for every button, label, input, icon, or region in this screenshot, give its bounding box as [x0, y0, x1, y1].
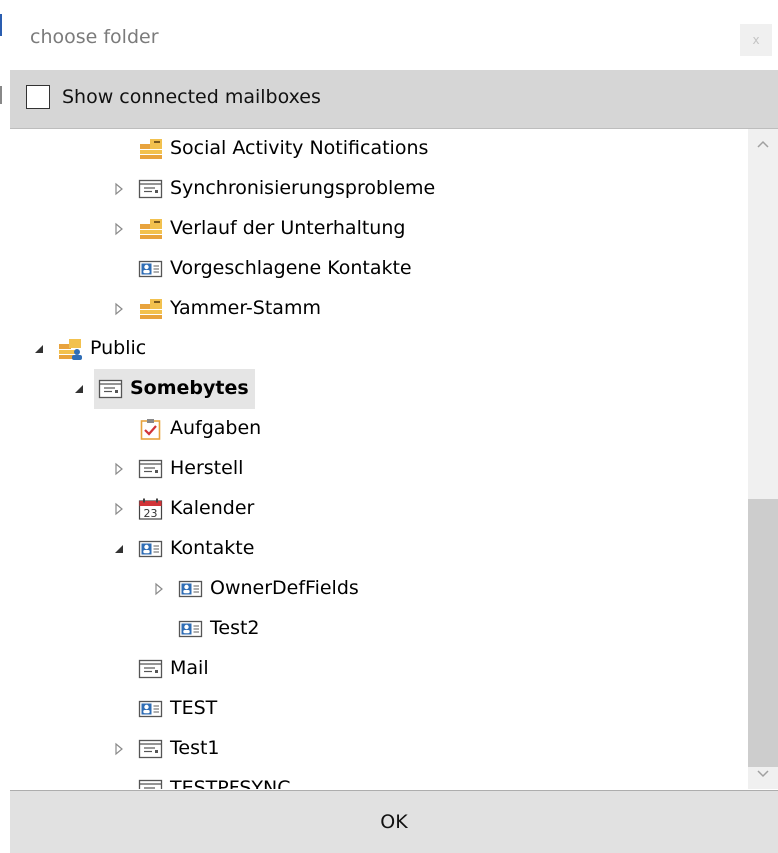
tree-item-label: Vorgeschlagene Kontakte	[170, 257, 412, 279]
folder-stack-icon	[138, 138, 164, 160]
chevron-up-icon	[757, 140, 769, 148]
tree-item-yammer-stamm[interactable]: Yammer-Stamm	[10, 289, 740, 329]
contacts-icon	[138, 698, 164, 720]
tasks-icon	[138, 418, 164, 440]
expand-toggle[interactable]	[112, 461, 126, 476]
contacts-icon	[178, 618, 204, 640]
tree-item-kalender[interactable]: 23 Kalender	[10, 489, 740, 529]
expand-toggle[interactable]	[152, 581, 166, 596]
expand-toggle[interactable]	[112, 501, 126, 516]
show-connected-mailboxes-label[interactable]: Show connected mailboxes	[62, 86, 321, 108]
close-button[interactable]: x	[740, 24, 772, 56]
folder-stack-icon	[138, 298, 164, 320]
tree-item-aufgaben[interactable]: Aufgaben	[10, 409, 740, 449]
close-icon: x	[752, 33, 760, 47]
mail-folder-icon	[138, 458, 164, 480]
tree-item-test2[interactable]: Test2	[10, 609, 740, 649]
tree-item-label: Kontakte	[170, 537, 255, 559]
collapse-arrow-icon	[35, 345, 43, 353]
tree-item-test[interactable]: TEST	[10, 689, 740, 729]
expand-arrow-icon	[115, 182, 123, 196]
mail-folder-icon	[98, 378, 124, 400]
scroll-up-button[interactable]	[748, 129, 778, 159]
tree-item-label: Kalender	[170, 497, 255, 519]
tree-item-label: Yammer-Stamm	[170, 297, 321, 319]
expand-arrow-icon	[155, 582, 163, 596]
tree-item-label: TEST	[170, 697, 218, 719]
tree-item-kontakte[interactable]: Kontakte	[10, 529, 740, 569]
choose-folder-dialog: choose folder x Show connected mailboxes…	[0, 0, 778, 853]
tree-item-verlauf-der-unterhaltung[interactable]: Verlauf der Unterhaltung	[10, 209, 740, 249]
ok-button[interactable]: OK	[10, 790, 778, 853]
show-connected-mailboxes-checkbox[interactable]	[26, 85, 50, 109]
calendar-icon: 23	[138, 498, 164, 520]
collapse-toggle[interactable]	[32, 341, 46, 355]
tree-item-social-activity-notifications[interactable]: Social Activity Notifications	[10, 129, 740, 169]
ok-button-label: OK	[380, 811, 408, 833]
collapse-toggle[interactable]	[112, 541, 126, 555]
tree-item-vorgeschlagene-kontakte[interactable]: Vorgeschlagene Kontakte	[10, 249, 740, 289]
expand-arrow-icon	[115, 502, 123, 516]
collapse-arrow-icon	[75, 385, 83, 393]
expand-arrow-icon	[115, 742, 123, 756]
contacts-icon	[138, 538, 164, 560]
folder-tree: Social Activity Notifications Synchronis…	[10, 129, 748, 789]
tree-item-ownerdeffields[interactable]: OwnerDefFields	[10, 569, 740, 609]
tree-item-label: Test1	[170, 737, 220, 759]
tree-item-label: Public	[90, 337, 147, 359]
tree-item-label: Verlauf der Unterhaltung	[170, 217, 406, 239]
tree-item-synchronisierungsprobleme[interactable]: Synchronisierungsprobleme	[10, 169, 740, 209]
tree-item-label: Herstell	[170, 457, 244, 479]
collapse-toggle[interactable]	[72, 381, 86, 395]
chevron-down-icon	[757, 770, 769, 778]
tree-item-label: Synchronisierungsprobleme	[170, 177, 436, 199]
mail-folder-icon	[138, 738, 164, 760]
tree-item-label: OwnerDefFields	[210, 577, 359, 599]
expand-arrow-icon	[115, 302, 123, 316]
mail-folder-icon	[138, 778, 164, 789]
contacts-icon	[138, 258, 164, 280]
tree-item-label: Aufgaben	[170, 417, 262, 439]
vertical-scrollbar[interactable]	[748, 129, 778, 789]
expand-toggle[interactable]	[112, 741, 126, 756]
svg-text:23: 23	[144, 507, 158, 520]
expand-arrow-icon	[115, 222, 123, 236]
public-folder-icon	[58, 338, 84, 360]
scroll-thumb[interactable]	[748, 499, 778, 767]
tree-item-somebytes[interactable]: Somebytes	[10, 369, 740, 409]
mail-folder-icon	[138, 658, 164, 680]
tree-item-mail[interactable]: Mail	[10, 649, 740, 689]
contacts-icon	[178, 578, 204, 600]
title-bar: choose folder x	[10, 0, 778, 70]
options-bar: Show connected mailboxes	[10, 70, 778, 129]
tree-item-label: Test2	[210, 617, 260, 639]
expand-toggle[interactable]	[112, 221, 126, 236]
tree-item-label: Mail	[170, 657, 209, 679]
expand-toggle[interactable]	[112, 301, 126, 316]
tree-item-testpfsync[interactable]: TESTPFSYNC	[10, 769, 740, 789]
tree-item-label: Social Activity Notifications	[170, 137, 429, 159]
tree-item-test1[interactable]: Test1	[10, 729, 740, 769]
tree-item-label: Somebytes	[130, 377, 249, 399]
expand-toggle[interactable]	[112, 181, 126, 196]
expand-arrow-icon	[115, 462, 123, 476]
dialog-title: choose folder	[30, 26, 159, 48]
collapse-arrow-icon	[115, 545, 123, 553]
mail-folder-icon	[138, 178, 164, 200]
tree-item-public[interactable]: Public	[10, 329, 740, 369]
folder-stack-icon	[138, 218, 164, 240]
tree-item-herstell[interactable]: Herstell	[10, 449, 740, 489]
scroll-down-button[interactable]	[748, 759, 778, 789]
tree-item-label: TESTPFSYNC	[170, 777, 291, 789]
